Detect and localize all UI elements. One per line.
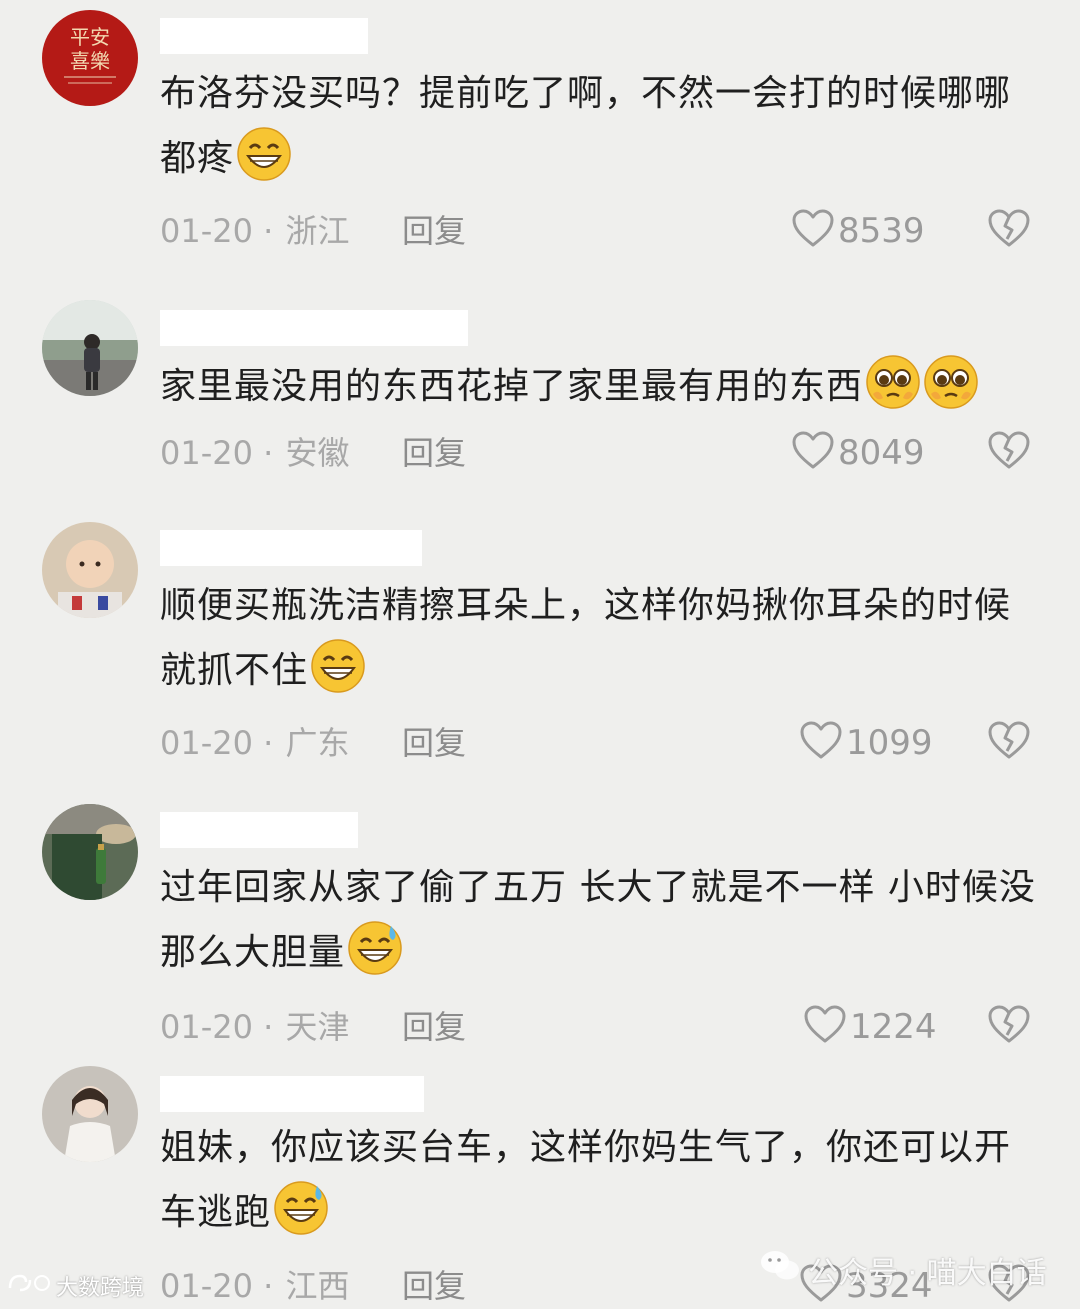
- reply-button[interactable]: 回复: [402, 1266, 466, 1306]
- comment-region: 安徽: [285, 434, 350, 472]
- meta-separator: ·: [263, 1008, 284, 1046]
- avatar[interactable]: [42, 804, 138, 900]
- broken-heart-icon: [988, 431, 1030, 475]
- username-redacted[interactable]: [160, 310, 468, 346]
- avatar-calligraphy-top: 平安: [70, 25, 110, 49]
- comment-body: 顺便买瓶洗洁精擦耳朵上，这样你妈揪你耳朵的时候就抓不住: [160, 585, 1012, 691]
- like-count: 8049: [838, 433, 925, 473]
- dislike-button[interactable]: [988, 431, 1032, 475]
- grin-sweat-emoji: [273, 1180, 329, 1236]
- broken-heart-icon: [988, 721, 1030, 765]
- reply-button[interactable]: 回复: [402, 211, 466, 251]
- comment-text: 姐妹，你应该买台车，这样你妈生气了，你还可以开车逃跑: [160, 1116, 1040, 1245]
- comment-region: 天津: [285, 1008, 350, 1046]
- dislike-button[interactable]: [988, 721, 1032, 765]
- comment-meta: 01-20 · 天津: [160, 1007, 350, 1047]
- like-count: 1099: [846, 723, 933, 763]
- broken-heart-icon: [988, 1005, 1030, 1049]
- comment-region: 浙江: [285, 212, 350, 250]
- username-redacted[interactable]: [160, 1076, 424, 1112]
- comment-date: 01-20: [160, 1267, 253, 1305]
- heart-icon: [792, 209, 834, 253]
- like-button[interactable]: 1099: [800, 721, 933, 765]
- username-redacted[interactable]: [160, 812, 358, 848]
- comment-region: 广东: [285, 724, 350, 762]
- meta-separator: ·: [263, 724, 284, 762]
- comment-text: 过年回家从家了偷了五万 长大了就是不一样 小时候没那么大胆量: [160, 856, 1040, 985]
- comment-body: 过年回家从家了偷了五万 长大了就是不一样 小时候没那么大胆量: [160, 867, 1036, 973]
- comment-region: 江西: [285, 1267, 350, 1305]
- like-button[interactable]: 1224: [804, 1005, 937, 1049]
- heart-icon: [792, 431, 834, 475]
- broken-heart-icon: [988, 209, 1030, 253]
- like-button[interactable]: 8539: [792, 209, 925, 253]
- dislike-button[interactable]: [988, 1005, 1032, 1049]
- heart-icon: [804, 1005, 846, 1049]
- reply-button[interactable]: 回复: [402, 433, 466, 473]
- pleading-emoji: [923, 354, 979, 410]
- comment-text: 家里最没用的东西花掉了家里最有用的东西: [160, 354, 1040, 419]
- meta-separator: ·: [263, 434, 284, 472]
- grin-emoji: [236, 126, 292, 182]
- reply-button[interactable]: 回复: [402, 723, 466, 763]
- grin-sweat-emoji: [347, 920, 403, 976]
- watermark-right-text: 公众号 · 喵大白话: [808, 1256, 1047, 1291]
- comment-body: 家里最没用的东西花掉了家里最有用的东西: [160, 366, 864, 407]
- pleading-emoji: [865, 354, 921, 410]
- like-count: 8539: [838, 211, 925, 251]
- avatar-calligraphy-bottom: 喜樂: [70, 49, 110, 73]
- like-button[interactable]: 8049: [792, 431, 925, 475]
- comment-date: 01-20: [160, 1008, 253, 1046]
- meta-separator: ·: [263, 1267, 284, 1305]
- meta-separator: ·: [263, 212, 284, 250]
- avatar[interactable]: [42, 300, 138, 396]
- watermark-left: 大数跨境: [6, 1270, 144, 1302]
- watermark-right: 公众号 · 喵大白话: [760, 1248, 1047, 1292]
- comment-date: 01-20: [160, 724, 253, 762]
- avatar[interactable]: 平安 喜樂: [42, 10, 138, 106]
- comment-text: 顺便买瓶洗洁精擦耳朵上，这样你妈揪你耳朵的时候就抓不住: [160, 574, 1040, 703]
- username-redacted[interactable]: [160, 18, 368, 54]
- watermark-left-text: 大数跨境: [56, 1276, 145, 1301]
- comment-meta: 01-20 · 安徽: [160, 433, 350, 473]
- comment-text: 布洛芬没买吗？提前吃了啊，不然一会打的时候哪哪都疼: [160, 62, 1040, 191]
- comment-date: 01-20: [160, 212, 253, 250]
- avatar[interactable]: [42, 1066, 138, 1162]
- grin-emoji: [310, 638, 366, 694]
- comment-meta: 01-20 · 江西: [160, 1266, 350, 1306]
- comment-meta: 01-20 · 广东: [160, 723, 350, 763]
- wechat-icon: [760, 1249, 800, 1291]
- comment-list: 平安 喜樂 布洛芬没买吗？提前吃了啊，不然一会打的时候哪哪都疼 01-20 · …: [0, 0, 1080, 1309]
- comment-date: 01-20: [160, 434, 253, 472]
- comment-meta: 01-20 · 浙江: [160, 211, 350, 251]
- like-count: 1224: [850, 1007, 937, 1047]
- username-redacted[interactable]: [160, 530, 422, 566]
- watermark-logo-icon: [6, 1272, 52, 1300]
- reply-button[interactable]: 回复: [402, 1007, 466, 1047]
- heart-icon: [800, 721, 842, 765]
- avatar[interactable]: [42, 522, 138, 618]
- dislike-button[interactable]: [988, 209, 1032, 253]
